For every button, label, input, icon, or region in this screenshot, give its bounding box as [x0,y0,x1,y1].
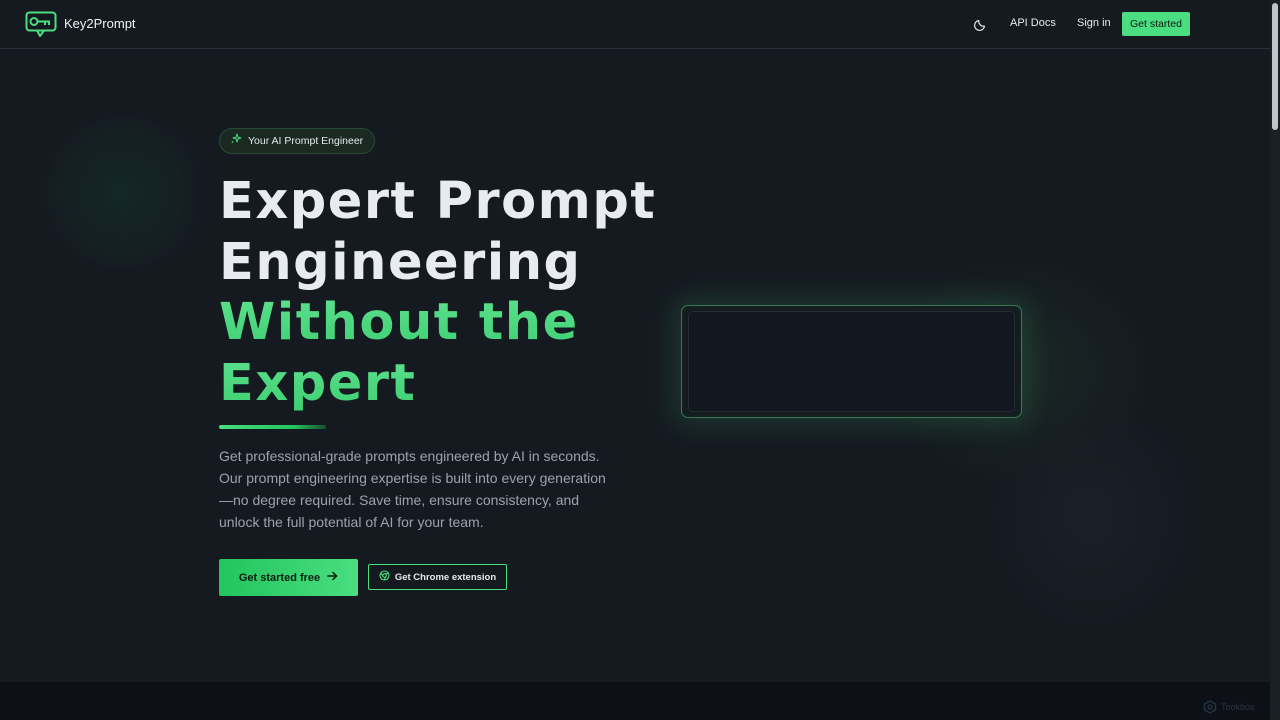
key2prompt-logo-icon[interactable] [25,11,58,38]
heading-underline-divider [219,425,326,429]
chrome-icon [379,570,390,584]
nav-api-docs-link[interactable]: API Docs [1010,17,1056,29]
prompt-preview-card [681,305,1022,418]
site-header: Key2Prompt API Docs Sign in Get started [0,0,1270,49]
hero-description: Get professional-grade prompts engineere… [219,448,606,530]
get-started-free-button[interactable]: Get started free [219,559,358,596]
moon-icon [972,19,990,37]
theme-toggle-button[interactable] [972,15,990,33]
next-section-band [0,682,1270,720]
decorative-glow-bottom-right [990,400,1190,630]
nav-sign-in-link[interactable]: Sign in [1077,17,1111,29]
heading-line-1: Expert Prompt [219,172,657,231]
sparkles-icon [230,132,242,150]
hero-heading: Expert Prompt Engineering Without the Ex… [219,172,657,415]
brand-name[interactable]: Key2Prompt [64,16,136,31]
badge-label: Your AI Prompt Engineer [248,135,364,147]
header-get-started-button[interactable]: Get started [1122,12,1190,36]
get-started-free-label: Get started free [238,571,321,584]
get-chrome-extension-button[interactable]: Get Chrome extension [368,564,507,590]
arrow-right-icon [327,571,338,584]
get-chrome-extension-label: Get Chrome extension [394,571,497,583]
watermark-logo-icon [1203,700,1217,714]
watermark-text: Tookbox [1221,702,1255,712]
heading-line-4-highlight: Expert [219,354,639,415]
prompt-preview-inner [688,311,1015,412]
page-scrollbar-thumb[interactable] [1272,3,1278,130]
decorative-glow-left [45,115,200,270]
heading-line-3-highlight: Without the [219,293,639,354]
heading-line-2: Engineering [219,232,582,292]
hero-badge: Your AI Prompt Engineer [219,128,376,154]
